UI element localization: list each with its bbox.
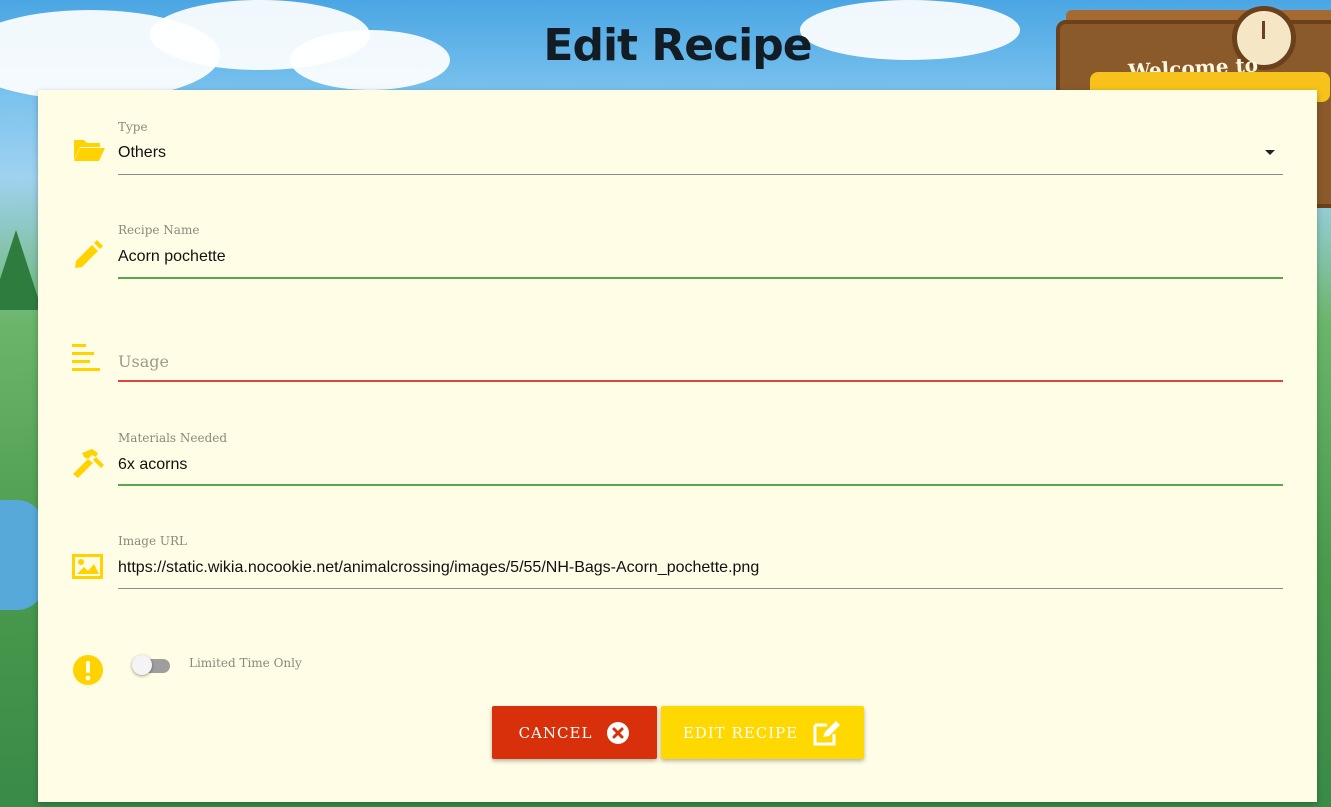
type-select[interactable]: Type Others (38, 118, 1317, 208)
chevron-down-icon (1265, 150, 1275, 155)
usage-underline (118, 380, 1283, 382)
recipe-name-value: Acorn pochette (118, 248, 226, 265)
image-url-value: https://static.wikia.nocookie.net/animal… (118, 559, 760, 576)
type-value: Others (118, 144, 167, 161)
align-left-icon (72, 344, 106, 378)
usage-placeholder: Usage (118, 352, 169, 371)
usage-field[interactable]: Usage (38, 324, 1317, 414)
materials-field[interactable]: Materials Needed 6x acorns (38, 429, 1317, 519)
materials-label: Materials Needed (118, 431, 228, 445)
materials-value: 6x acorns (118, 456, 188, 473)
recipe-name-label: Recipe Name (118, 223, 200, 237)
type-underline (118, 174, 1283, 175)
limited-time-label: Limited Time Only (189, 656, 302, 670)
toggle-knob[interactable] (132, 655, 152, 675)
tree (0, 230, 42, 310)
edit-recipe-button[interactable]: EDIT RECIPE (661, 706, 864, 759)
materials-underline (118, 484, 1283, 486)
pencil-icon (72, 239, 106, 273)
edit-icon (812, 720, 842, 746)
edit-recipe-button-label: EDIT RECIPE (682, 723, 799, 742)
image-icon (72, 554, 106, 588)
recipe-name-field[interactable]: Recipe Name Acorn pochette (38, 221, 1317, 311)
limited-time-row: Limited Time Only (38, 646, 1317, 696)
close-circle-icon (606, 721, 630, 745)
page-title: Edit Recipe (543, 20, 812, 71)
image-url-underline (118, 588, 1283, 589)
cancel-button[interactable]: CANCEL (492, 706, 657, 759)
type-label: Type (118, 120, 148, 134)
recipe-name-underline (118, 277, 1283, 279)
image-url-label: Image URL (118, 534, 187, 548)
exclamation-circle-icon (72, 654, 104, 691)
hammer-icon (72, 447, 106, 481)
image-url-field[interactable]: Image URL https://static.wikia.nocookie.… (38, 532, 1317, 622)
edit-recipe-form: Type Others Recipe Name Acorn pochette U… (38, 90, 1317, 802)
folder-open-icon (72, 136, 106, 170)
cancel-button-label: CANCEL (518, 723, 593, 742)
